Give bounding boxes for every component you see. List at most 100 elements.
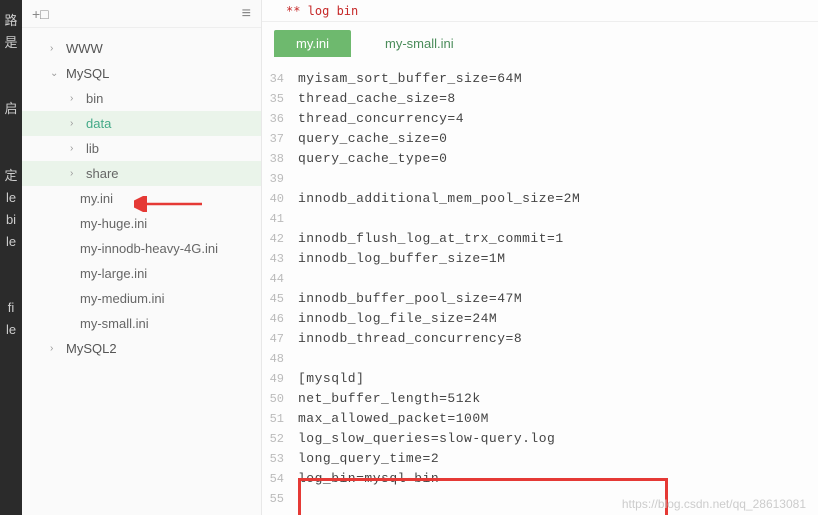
tree-folder-bin[interactable]: › bin bbox=[22, 86, 261, 111]
code-line[interactable]: 53long_query_time=2 bbox=[262, 449, 818, 469]
code-line[interactable]: 34myisam_sort_buffer_size=64M bbox=[262, 69, 818, 89]
line-number: 52 bbox=[262, 429, 298, 449]
tab-mysmall[interactable]: my-small.ini bbox=[363, 30, 476, 57]
line-content: innodb_buffer_pool_size=47M bbox=[298, 289, 522, 309]
tree-folder-mysql2[interactable]: › MySQL2 bbox=[22, 336, 261, 361]
tree-file-myhuge[interactable]: my-huge.ini bbox=[22, 211, 261, 236]
code-line[interactable]: 44 bbox=[262, 269, 818, 289]
code-line[interactable]: 48 bbox=[262, 349, 818, 369]
tree-label: my-innodb-heavy-4G.ini bbox=[80, 241, 218, 256]
code-area[interactable]: 34myisam_sort_buffer_size=64M35thread_ca… bbox=[262, 57, 818, 515]
code-line[interactable]: 46innodb_log_file_size=24M bbox=[262, 309, 818, 329]
watermark: https://blog.csdn.net/qq_28613081 bbox=[622, 497, 806, 511]
line-content: thread_concurrency=4 bbox=[298, 109, 464, 129]
tree-file-myinnodb[interactable]: my-innodb-heavy-4G.ini bbox=[22, 236, 261, 261]
line-number: 50 bbox=[262, 389, 298, 409]
line-number: 46 bbox=[262, 309, 298, 329]
line-content: innodb_additional_mem_pool_size=2M bbox=[298, 189, 580, 209]
line-number: 51 bbox=[262, 409, 298, 429]
toolbar-text: ** log bin bbox=[286, 4, 358, 18]
line-number: 34 bbox=[262, 69, 298, 89]
line-content: innodb_flush_log_at_trx_commit=1 bbox=[298, 229, 564, 249]
code-line[interactable]: 42innodb_flush_log_at_trx_commit=1 bbox=[262, 229, 818, 249]
line-content: myisam_sort_buffer_size=64M bbox=[298, 69, 522, 89]
chevron-right-icon: › bbox=[70, 118, 82, 129]
tab-myini[interactable]: my.ini bbox=[274, 30, 351, 57]
add-icon[interactable]: +□ bbox=[32, 6, 49, 22]
code-line[interactable]: 45innodb_buffer_pool_size=47M bbox=[262, 289, 818, 309]
tree-file-mymedium[interactable]: my-medium.ini bbox=[22, 286, 261, 311]
chevron-right-icon: › bbox=[70, 93, 82, 104]
code-line[interactable]: 40innodb_additional_mem_pool_size=2M bbox=[262, 189, 818, 209]
code-line[interactable]: 47innodb_thread_concurrency=8 bbox=[262, 329, 818, 349]
code-line[interactable]: 51max_allowed_packet=100M bbox=[262, 409, 818, 429]
code-line[interactable]: 49[mysqld] bbox=[262, 369, 818, 389]
tree-label: my-large.ini bbox=[80, 266, 147, 281]
line-number: 38 bbox=[262, 149, 298, 169]
editor-pane: ** log bin my.ini my-small.ini 34myisam_… bbox=[262, 0, 818, 515]
code-line[interactable]: 37query_cache_size=0 bbox=[262, 129, 818, 149]
editor-tabs: my.ini my-small.ini bbox=[262, 22, 818, 57]
chevron-right-icon: › bbox=[50, 343, 62, 354]
line-content: net_buffer_length=512k bbox=[298, 389, 481, 409]
code-line[interactable]: 54log_bin=mysql-bin bbox=[262, 469, 818, 489]
tree-file-mylarge[interactable]: my-large.ini bbox=[22, 261, 261, 286]
line-content: [mysqld] bbox=[298, 369, 364, 389]
line-number: 47 bbox=[262, 329, 298, 349]
line-content: innodb_log_file_size=24M bbox=[298, 309, 497, 329]
editor-toolbar-snippet: ** log bin bbox=[262, 0, 818, 22]
code-line[interactable]: 41 bbox=[262, 209, 818, 229]
tree-label: my-huge.ini bbox=[80, 216, 147, 231]
line-number: 54 bbox=[262, 469, 298, 489]
tree-label: MySQL bbox=[66, 66, 109, 81]
tree-folder-data[interactable]: › data bbox=[22, 111, 261, 136]
sidebar-toolbar: +□ ≡ bbox=[22, 0, 261, 28]
code-line[interactable]: 38query_cache_type=0 bbox=[262, 149, 818, 169]
tree-label: share bbox=[86, 166, 119, 181]
line-number: 42 bbox=[262, 229, 298, 249]
code-line[interactable]: 36thread_concurrency=4 bbox=[262, 109, 818, 129]
tree-file-mysmall[interactable]: my-small.ini bbox=[22, 311, 261, 336]
line-number: 55 bbox=[262, 489, 298, 509]
chevron-down-icon: ⌄ bbox=[50, 68, 62, 79]
line-number: 37 bbox=[262, 129, 298, 149]
line-number: 39 bbox=[262, 169, 298, 189]
line-number: 35 bbox=[262, 89, 298, 109]
code-line[interactable]: 50net_buffer_length=512k bbox=[262, 389, 818, 409]
line-number: 40 bbox=[262, 189, 298, 209]
line-number: 41 bbox=[262, 209, 298, 229]
line-number: 43 bbox=[262, 249, 298, 269]
line-content: log_bin=mysql-bin bbox=[298, 469, 439, 489]
line-content: max_allowed_packet=100M bbox=[298, 409, 489, 429]
dark-side-strip: 路是 启 定lebile file bbox=[0, 0, 22, 515]
tree-file-myini[interactable]: my.ini bbox=[22, 186, 261, 211]
line-number: 45 bbox=[262, 289, 298, 309]
menu-icon[interactable]: ≡ bbox=[242, 5, 251, 23]
code-line[interactable]: 39 bbox=[262, 169, 818, 189]
tree-label: my-medium.ini bbox=[80, 291, 165, 306]
tree-label: my.ini bbox=[80, 191, 113, 206]
line-content: long_query_time=2 bbox=[298, 449, 439, 469]
line-content: innodb_thread_concurrency=8 bbox=[298, 329, 522, 349]
line-content: query_cache_size=0 bbox=[298, 129, 447, 149]
line-number: 48 bbox=[262, 349, 298, 369]
tree-label: MySQL2 bbox=[66, 341, 117, 356]
line-number: 53 bbox=[262, 449, 298, 469]
tab-label: my.ini bbox=[296, 36, 329, 51]
chevron-right-icon: › bbox=[50, 43, 62, 54]
tree-folder-mysql[interactable]: ⌄ MySQL bbox=[22, 61, 261, 86]
tree-folder-share[interactable]: › share bbox=[22, 161, 261, 186]
tree-label: WWW bbox=[66, 41, 103, 56]
code-line[interactable]: 52log_slow_queries=slow-query.log bbox=[262, 429, 818, 449]
line-content: innodb_log_buffer_size=1M bbox=[298, 249, 506, 269]
line-number: 49 bbox=[262, 369, 298, 389]
tree-label: data bbox=[86, 116, 111, 131]
file-tree: › WWW ⌄ MySQL › bin › data › lib › share… bbox=[22, 28, 261, 361]
tree-folder-www[interactable]: › WWW bbox=[22, 36, 261, 61]
code-line[interactable]: 43innodb_log_buffer_size=1M bbox=[262, 249, 818, 269]
code-line[interactable]: 35thread_cache_size=8 bbox=[262, 89, 818, 109]
tree-label: my-small.ini bbox=[80, 316, 149, 331]
file-tree-sidebar: +□ ≡ › WWW ⌄ MySQL › bin › data › lib › … bbox=[22, 0, 262, 515]
tree-folder-lib[interactable]: › lib bbox=[22, 136, 261, 161]
line-content: thread_cache_size=8 bbox=[298, 89, 456, 109]
